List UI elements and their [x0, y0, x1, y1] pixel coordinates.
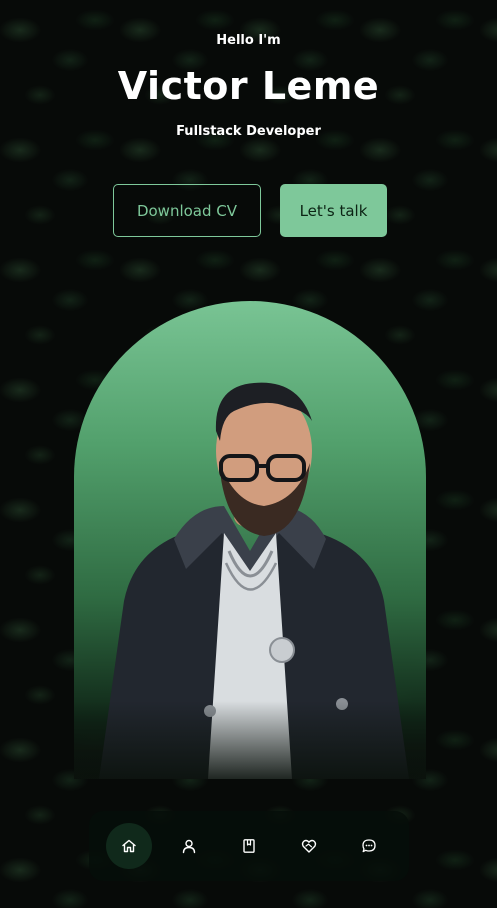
nav-experience[interactable] — [226, 823, 272, 869]
home-icon — [122, 839, 136, 853]
heart-handshake-icon — [301, 839, 317, 853]
nav-services[interactable] — [286, 823, 332, 869]
chat-icon — [362, 839, 376, 853]
developer-name: Victor Leme — [117, 64, 380, 108]
nav-home[interactable] — [106, 823, 152, 869]
avatar-portrait — [74, 301, 426, 779]
avatar-illustration — [74, 382, 426, 779]
nav-about[interactable] — [166, 823, 212, 869]
user-icon — [182, 839, 196, 854]
lets-talk-button[interactable]: Let's talk — [280, 184, 387, 237]
book-icon — [243, 839, 255, 853]
greeting-text: Hello I'm — [216, 33, 281, 48]
download-cv-button[interactable]: Download CV — [113, 184, 261, 237]
bottom-navigation — [89, 811, 409, 881]
developer-role: Fullstack Developer — [176, 124, 321, 139]
nav-contact[interactable] — [346, 823, 392, 869]
